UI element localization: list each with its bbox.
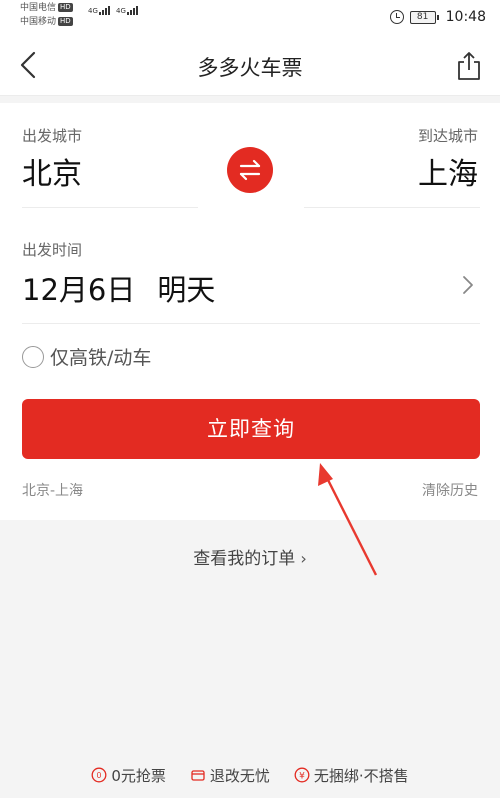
divider [22,207,198,208]
radio-unchecked-icon[interactable] [22,345,44,368]
yuan-coin-icon: ¥ [294,767,310,783]
depart-city-label: 出发城市 [22,127,83,145]
signal-icon: 4G [88,6,111,15]
chevron-right-icon[interactable] [460,273,476,297]
search-button[interactable]: 立即查询 [22,399,480,459]
high-speed-filter[interactable]: 仅高铁/动车 [22,343,151,370]
depart-date-value[interactable]: 12月6日 明天 [22,267,215,309]
feature-label: 0元抢票 [111,766,166,785]
feature-item: ¥ 无捆绑·不搭售 [294,764,409,786]
hd-badge: HD [58,3,73,12]
signal-icon: 4G [116,6,139,15]
wallet-icon [191,770,205,781]
nav-bar: 多多火车票 [0,34,500,96]
search-history-item[interactable]: 北京-上海 [22,480,83,500]
date-text: 12月6日 [22,273,136,307]
feature-label: 无捆绑·不搭售 [313,766,409,785]
feature-item: 退改无忧 [190,764,270,786]
svg-text:0: 0 [97,771,102,780]
chevron-right-icon: › [295,549,307,568]
svg-text:¥: ¥ [299,772,305,782]
carrier-mobile: 中国移动 HD [20,17,73,27]
feature-label: 退改无忧 [209,766,270,785]
filter-label: 仅高铁/动车 [50,347,152,369]
my-orders-link[interactable]: 查看我的订单 › [0,544,500,569]
divider [304,207,480,208]
arrive-city-label: 到达城市 [417,127,478,145]
swap-arrows-icon [239,159,261,181]
battery-icon: 81 [409,10,439,24]
depart-city[interactable]: 北京 [22,149,82,193]
alarm-icon [389,10,404,24]
clock: 10:48 [445,9,486,25]
search-card: 出发城市 到达城市 北京 上海 出发时间 12月6日 明天 仅高铁/动车 立即查… [0,103,500,520]
arrive-city[interactable]: 上海 [418,149,478,193]
status-bar: 中国电信 HD 中国移动 HD 4G 4G 81 10:48 [0,0,500,34]
depart-date-label: 出发时间 [22,241,83,259]
carrier-telecom: 中国电信 HD [20,3,73,13]
my-orders-label: 查看我的订单 [193,549,296,569]
divider [22,323,480,324]
share-icon[interactable] [454,50,484,82]
feature-footer: 0 0元抢票 退改无忧 ¥ 无捆绑·不搭售 [0,764,500,786]
date-relative: 明天 [157,273,216,307]
zero-coin-icon: 0 [91,767,107,783]
page-title: 多多火车票 [197,56,303,80]
feature-item: 0 0元抢票 [91,764,166,786]
swap-cities-button[interactable] [227,147,273,193]
hd-badge: HD [58,17,73,26]
clear-history-button[interactable]: 清除历史 [422,480,478,500]
